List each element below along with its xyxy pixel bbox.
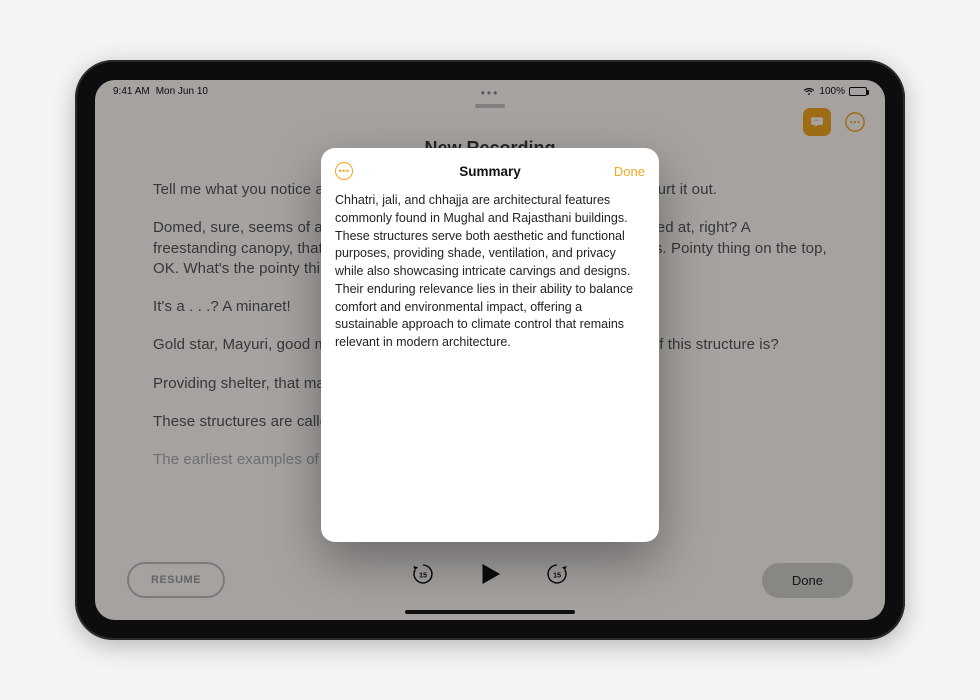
ellipsis-icon: ••• (339, 166, 350, 176)
summary-more-button[interactable]: ••• (335, 162, 353, 180)
summary-sheet: ••• Summary Done Chhatri, jali, and chha… (321, 148, 659, 542)
summary-title: Summary (321, 164, 659, 179)
summary-done-button[interactable]: Done (614, 164, 645, 179)
ipad-screen: 9:41 AM Mon Jun 10 100% ••• New Recordin… (95, 80, 885, 620)
home-indicator[interactable] (405, 610, 575, 614)
summary-body: Chhatri, jali, and chhajja are architect… (335, 192, 645, 352)
ipad-frame: 9:41 AM Mon Jun 10 100% ••• New Recordin… (75, 60, 905, 640)
